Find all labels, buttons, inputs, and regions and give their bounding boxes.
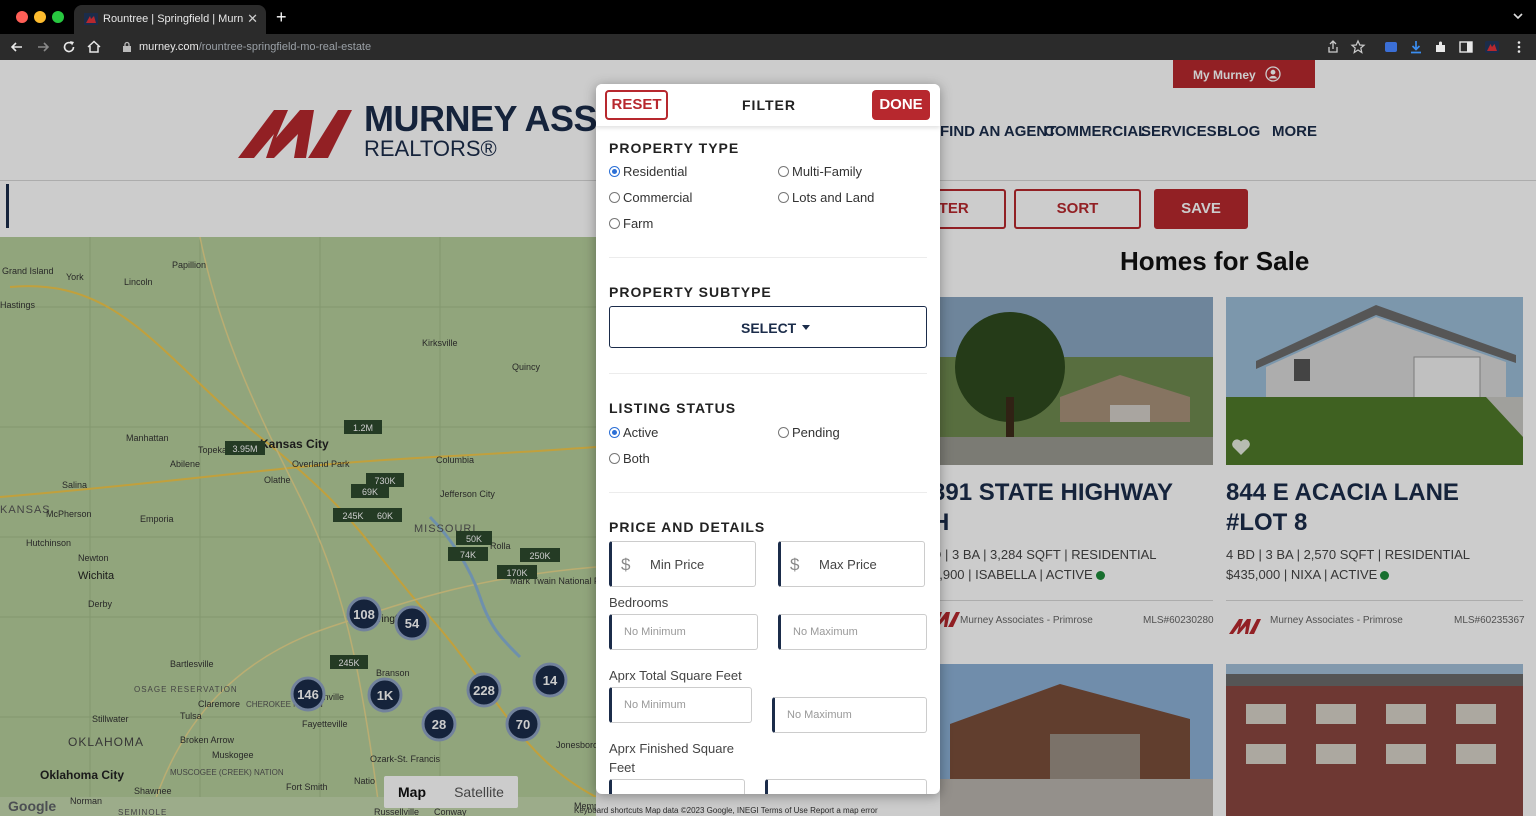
min-price-placeholder: Min Price: [650, 557, 705, 572]
filter-modal-title: FILTER: [742, 97, 796, 113]
dollar-icon: $: [790, 555, 800, 574]
min-placeholder: No Minimum: [624, 626, 686, 638]
section-divider: [609, 492, 927, 493]
radio-button-checked[interactable]: [609, 166, 620, 177]
radio-label: Commercial: [623, 190, 693, 205]
url-text: murney.com/rountree-springfield-mo-real-…: [139, 41, 371, 53]
total-sqft-max-input[interactable]: No Maximum: [772, 697, 927, 733]
extension-translate-icon[interactable]: [1383, 39, 1399, 55]
filter-modal-header: RESET FILTER DONE: [596, 84, 940, 126]
bookmark-star-icon[interactable]: [1350, 39, 1366, 55]
radio-button-checked[interactable]: [609, 427, 620, 438]
max-price-input[interactable]: $ Max Price: [778, 541, 925, 587]
done-button[interactable]: DONE: [872, 90, 930, 120]
zoom-window-button[interactable]: [52, 11, 64, 23]
close-window-button[interactable]: [16, 11, 28, 23]
radio-label: Both: [623, 451, 650, 466]
url-host: murney.com: [139, 41, 199, 53]
browser-toolbar: murney.com/rountree-springfield-mo-real-…: [0, 34, 1536, 60]
radio-button[interactable]: [609, 453, 620, 464]
property-subtype-title: PROPERTY SUBTYPE: [609, 284, 772, 300]
browser-menu-icon[interactable]: [1511, 39, 1527, 55]
radio-label: Pending: [792, 425, 840, 440]
reload-icon[interactable]: [60, 38, 78, 56]
browser-tab-bar: Rountree | Springfield | Murney ✕ +: [0, 0, 1536, 34]
bedrooms-label: Bedrooms: [609, 595, 669, 610]
download-icon[interactable]: [1408, 39, 1424, 55]
tab-title: Rountree | Springfield | Murney: [103, 13, 243, 25]
new-tab-button[interactable]: +: [276, 7, 287, 28]
minimize-window-button[interactable]: [34, 11, 46, 23]
forward-arrow-icon[interactable]: [34, 38, 52, 56]
property-subtype-select[interactable]: SELECT: [609, 306, 927, 348]
radio-button[interactable]: [609, 192, 620, 203]
max-placeholder: No Maximum: [787, 709, 852, 721]
total-sqft-min-input[interactable]: No Minimum: [609, 687, 752, 723]
filter-modal: RESET FILTER DONE PROPERTY TYPE Resident…: [596, 84, 940, 794]
radio-label: Residential: [623, 164, 688, 179]
min-price-input[interactable]: $ Min Price: [609, 541, 756, 587]
radio-label: Multi-Family: [792, 164, 863, 179]
caret-down-icon: [802, 325, 810, 330]
radio-label: Lots and Land: [792, 190, 875, 205]
property-type-title: PROPERTY TYPE: [609, 140, 740, 156]
total-sqft-label: Aprx Total Square Feet: [609, 668, 742, 683]
radio-button[interactable]: [609, 218, 620, 229]
home-icon[interactable]: [85, 38, 103, 56]
select-label: SELECT: [741, 320, 797, 336]
section-divider: [609, 257, 927, 258]
listing-status-title: LISTING STATUS: [609, 400, 737, 416]
min-placeholder: No Minimum: [624, 699, 686, 711]
finished-sqft-label: Aprx Finished Square Feet: [609, 741, 735, 775]
lock-icon[interactable]: [122, 41, 132, 53]
reset-button[interactable]: RESET: [605, 90, 668, 120]
section-divider: [609, 373, 927, 374]
share-icon[interactable]: [1325, 39, 1341, 55]
profile-avatar-icon[interactable]: [1484, 39, 1500, 55]
extensions-puzzle-icon[interactable]: [1433, 39, 1449, 55]
finished-sqft-min-input[interactable]: [609, 779, 745, 794]
bedrooms-min-input[interactable]: No Minimum: [609, 614, 758, 650]
dollar-icon: $: [621, 555, 631, 574]
max-price-placeholder: Max Price: [819, 557, 877, 572]
murney-favicon-icon: [84, 13, 98, 25]
radio-button[interactable]: [778, 427, 789, 438]
radio-button[interactable]: [778, 166, 789, 177]
url-path: /rountree-springfield-mo-real-estate: [198, 41, 372, 53]
tab-search-chevron-icon[interactable]: [1512, 9, 1524, 23]
max-placeholder: No Maximum: [793, 626, 858, 638]
bedrooms-max-input[interactable]: No Maximum: [778, 614, 927, 650]
radio-button[interactable]: [778, 192, 789, 203]
side-panel-icon[interactable]: [1458, 39, 1474, 55]
browser-tab[interactable]: Rountree | Springfield | Murney ✕: [74, 5, 266, 34]
back-arrow-icon[interactable]: [8, 38, 26, 56]
tab-close-icon[interactable]: ✕: [247, 11, 258, 27]
address-bar[interactable]: murney.com/rountree-springfield-mo-real-…: [112, 36, 1370, 58]
radio-label: Farm: [623, 216, 654, 231]
finished-sqft-max-input[interactable]: [765, 779, 927, 794]
price-details-title: PRICE AND DETAILS: [609, 519, 766, 535]
radio-label: Active: [623, 425, 659, 440]
